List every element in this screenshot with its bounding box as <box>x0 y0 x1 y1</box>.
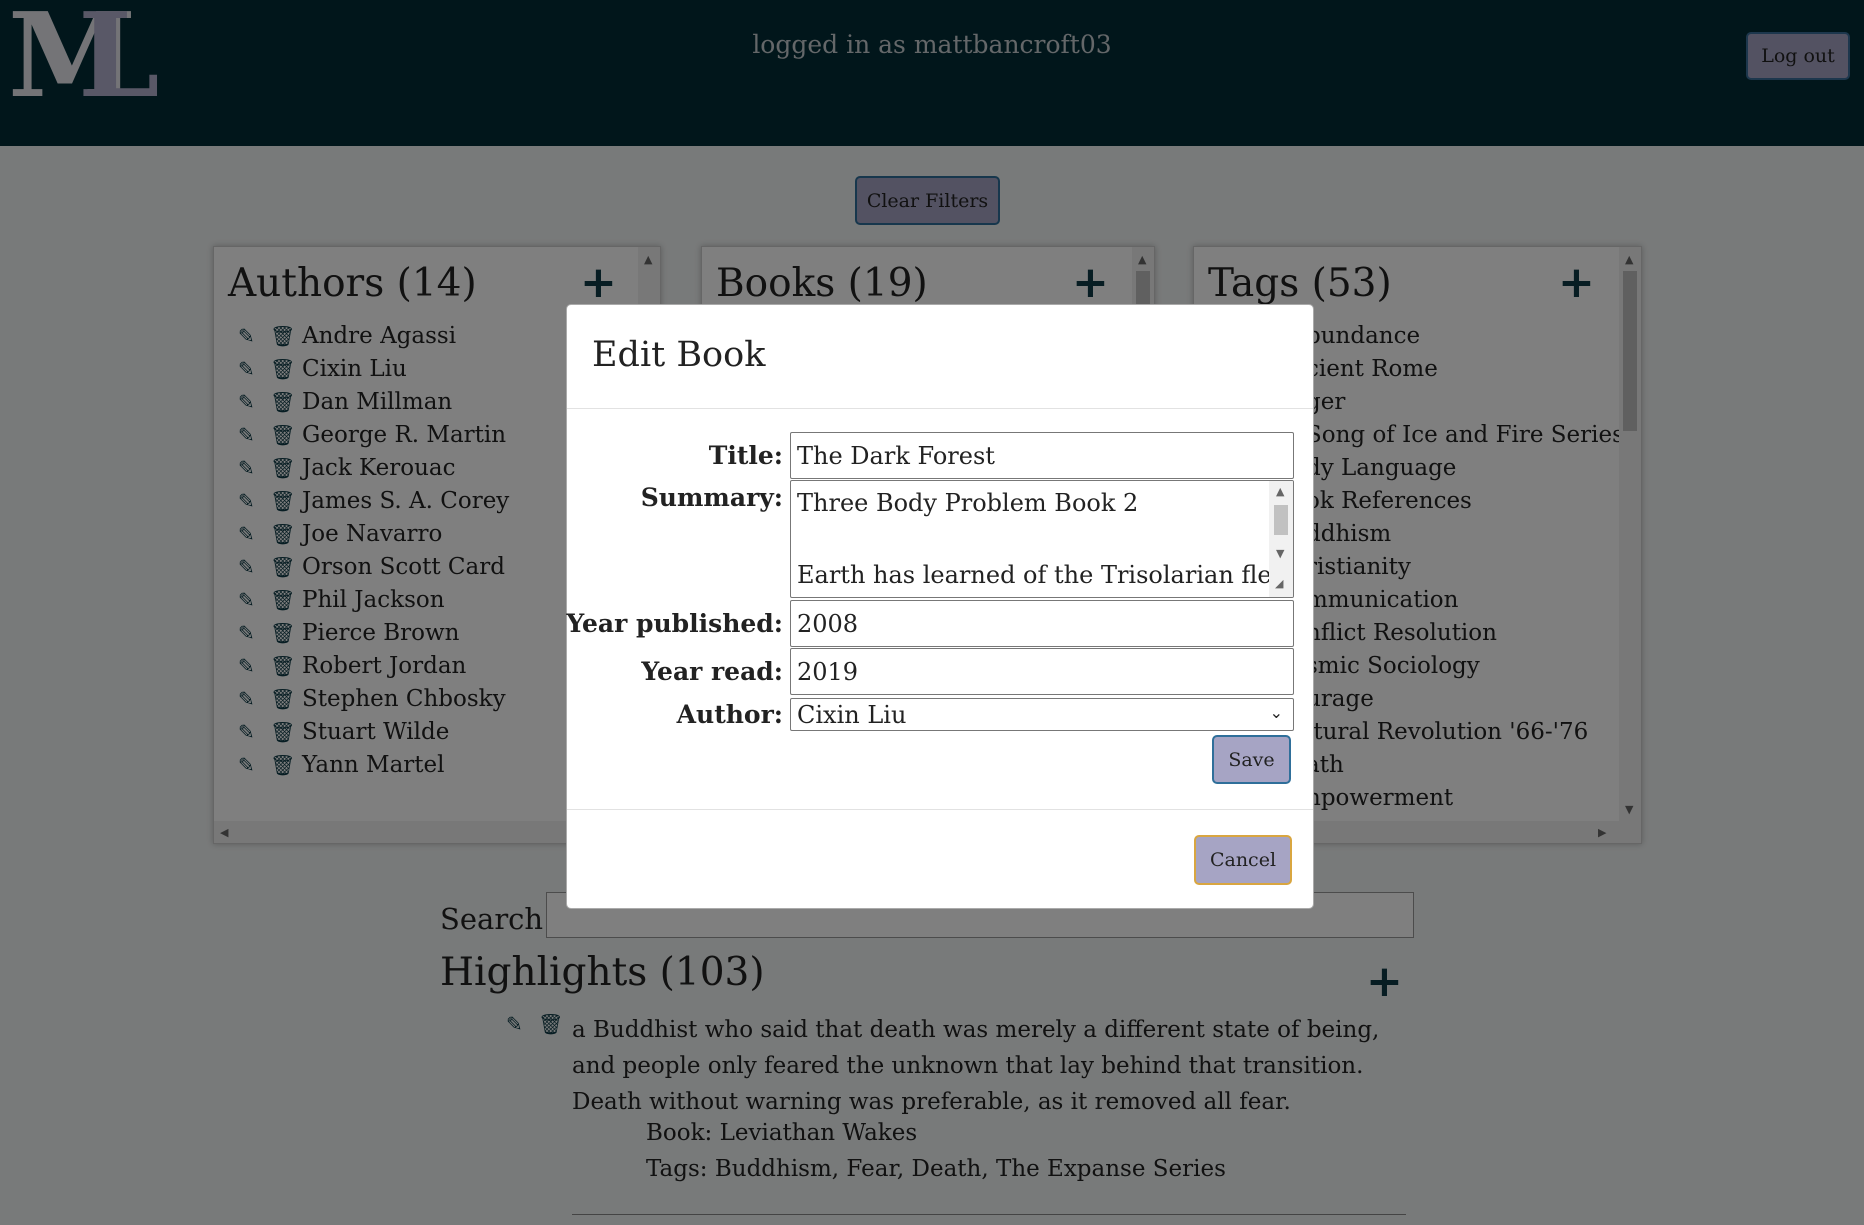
author-select[interactable]: Cixin Liu ⌄ <box>790 698 1294 731</box>
title-label: Title: <box>708 441 783 470</box>
author-select-value: Cixin Liu <box>797 700 907 729</box>
modal-divider <box>567 408 1313 409</box>
modal-divider <box>567 809 1313 810</box>
title-input[interactable]: The Dark Forest <box>790 432 1294 479</box>
summary-line: Earth has learned of the Trisolarian fle… <box>797 561 1294 589</box>
scroll-up-icon[interactable]: ▲ <box>1276 485 1284 498</box>
edit-book-modal: Edit Book Title: The Dark Forest Summary… <box>566 304 1314 909</box>
summary-line: Three Body Problem Book 2 <box>797 489 1139 517</box>
modal-title: Edit Book <box>592 335 766 375</box>
resize-handle-icon[interactable]: ◢ <box>1275 577 1283 590</box>
summary-textarea[interactable]: Three Body Problem Book 2 Earth has lear… <box>790 480 1294 598</box>
chevron-down-icon: ⌄ <box>1269 703 1283 722</box>
save-button[interactable]: Save <box>1212 735 1291 784</box>
cancel-button[interactable]: Cancel <box>1194 835 1292 885</box>
scroll-down-icon[interactable]: ▼ <box>1276 547 1284 560</box>
scroll-thumb[interactable] <box>1274 505 1288 535</box>
year-read-label: Year read: <box>641 657 783 686</box>
year-published-label: Year published: <box>566 609 783 638</box>
year-published-input[interactable]: 2008 <box>790 600 1294 647</box>
year-read-input[interactable]: 2019 <box>790 648 1294 695</box>
summary-scrollbar[interactable]: ▲ ▼ ◢ <box>1269 481 1293 597</box>
summary-label: Summary: <box>640 483 783 512</box>
author-label: Author: <box>676 700 783 729</box>
